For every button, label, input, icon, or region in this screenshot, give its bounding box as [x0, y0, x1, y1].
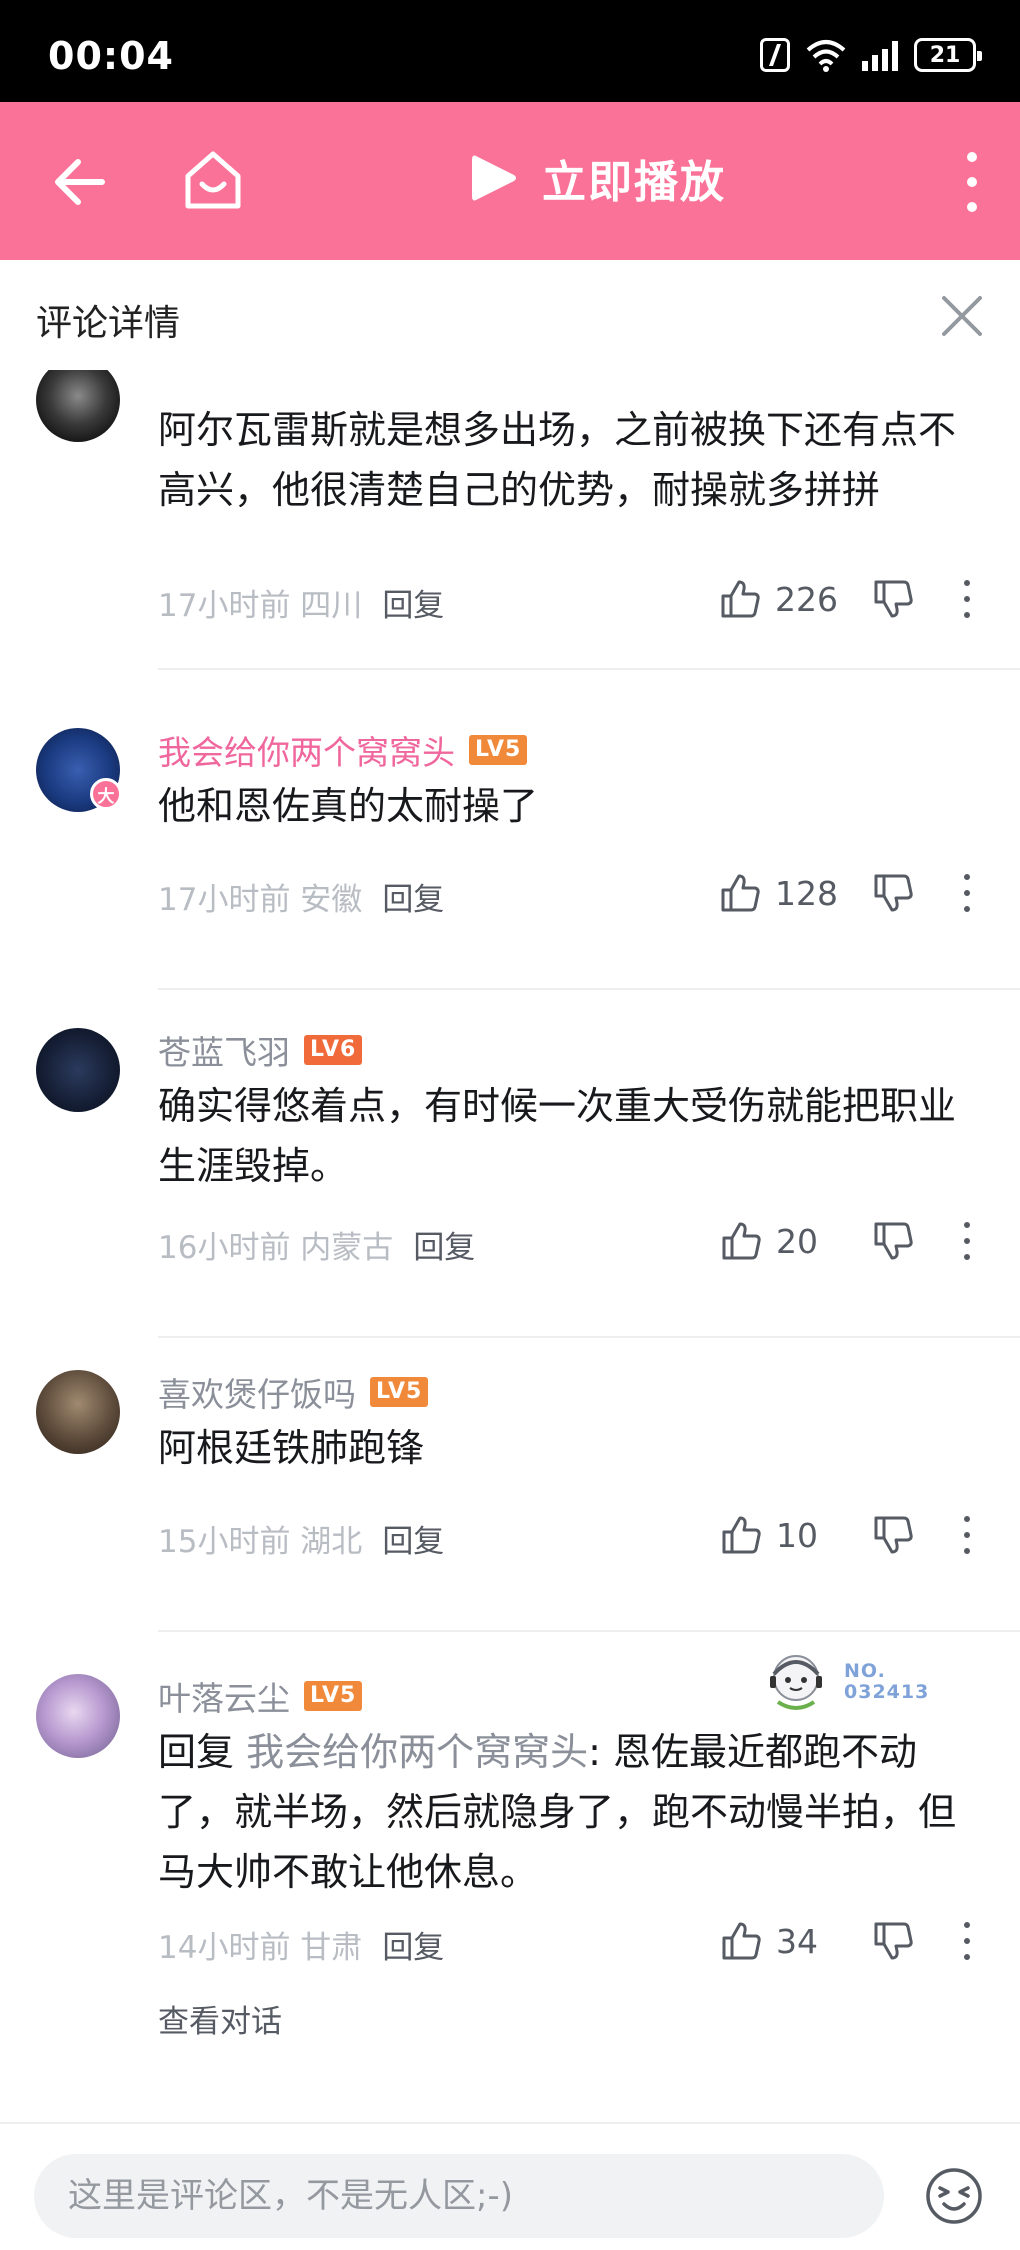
username[interactable]: 叶落云尘: [158, 1672, 290, 1720]
like-count: 34: [776, 1921, 818, 1961]
level-badge: LV5: [370, 1377, 429, 1407]
avatar[interactable]: [36, 1370, 120, 1454]
list-item: 苍蓝飞羽 LV6 确实得悠着点，有时候一次重大受伤就能把职业生涯毁掉。 16小时…: [0, 990, 1020, 1338]
play-icon: [472, 155, 516, 201]
username-row: 喜欢煲仔饭吗 LV5: [158, 1368, 429, 1416]
reply-button[interactable]: 回复: [382, 1516, 444, 1561]
thumbs-up-icon[interactable]: [720, 1920, 762, 1962]
level-badge: LV6: [304, 1035, 363, 1065]
fan-number-text: NO. 032413: [844, 1661, 929, 1703]
comment-more-icon[interactable]: [964, 874, 972, 912]
signal-icon: [862, 39, 898, 71]
comment-actions: 128: [719, 872, 1020, 914]
level-badge: LV5: [469, 735, 528, 765]
list-item: 大 我会给你两个窝窝头 LV5 他和恩佐真的太耐操了 17小时前 安徽 回复 1…: [0, 696, 1020, 990]
status-icons: 21: [760, 38, 982, 72]
play-now-button[interactable]: 立即播放: [468, 146, 726, 210]
like-count: 128: [775, 873, 838, 913]
like-count: 20: [776, 1221, 818, 1261]
time-location: 17小时前 四川: [158, 588, 363, 624]
emoji-icon[interactable]: [924, 2166, 984, 2226]
fan-number-label: NO.: [844, 1660, 886, 1682]
thumbs-down-icon[interactable]: [872, 1514, 914, 1556]
username-row: 叶落云尘 LV5: [158, 1672, 363, 1720]
thumbs-up-icon[interactable]: [719, 578, 761, 620]
time-location: 16小时前 内蒙古: [158, 1230, 394, 1266]
fan-number-value: 032413: [844, 1681, 930, 1703]
avatar[interactable]: [36, 370, 120, 442]
comment-meta: 14小时前 甘肃 回复: [158, 1922, 444, 1967]
comment-text: 回复 我会给你两个窝窝头: 恩佐最近都跑不动了，就半场，然后就隐身了，跑不动慢半…: [158, 1722, 978, 1902]
comment-actions: 226: [719, 578, 1020, 620]
reply-button[interactable]: 回复: [382, 580, 444, 625]
fan-badge: 大: [90, 778, 122, 810]
play-now-label: 立即播放: [542, 157, 726, 208]
thumbs-up-icon[interactable]: [719, 872, 761, 914]
thumbs-down-icon[interactable]: [872, 872, 914, 914]
wifi-icon: [806, 40, 846, 72]
avatar[interactable]: [36, 1674, 120, 1758]
username[interactable]: 我会给你两个窝窝头: [158, 726, 455, 774]
reply-button[interactable]: 回复: [413, 1222, 475, 1267]
comment-text: 阿尔瓦雷斯就是想多出场，之前被换下还有点不高兴，他很清楚自己的优势，耐操就多拼拼: [158, 408, 957, 512]
thumbs-down-icon[interactable]: [872, 1920, 914, 1962]
thumbs-up-icon[interactable]: [720, 1220, 762, 1262]
thumbs-down-icon[interactable]: [872, 1220, 914, 1262]
fan-number-card: NO. 032413: [758, 1644, 929, 1720]
thumbs-down-icon[interactable]: [872, 578, 914, 620]
reply-button[interactable]: 回复: [382, 874, 444, 919]
list-item: 阿尔瓦雷斯就是想多出场，之前被换下还有点不高兴，他很清楚自己的优势，耐操就多拼拼…: [0, 370, 1020, 670]
close-icon[interactable]: [940, 294, 984, 338]
reply-mention[interactable]: 我会给你两个窝窝头: [246, 1730, 588, 1774]
comment-more-icon[interactable]: [964, 1222, 972, 1260]
status-bar: 00:04 21: [0, 0, 1020, 102]
comment-meta: 17小时前 四川 回复: [158, 580, 444, 625]
comment-actions: 34: [720, 1920, 1020, 1962]
view-thread-link[interactable]: 查看对话: [158, 1996, 282, 2041]
comment-list[interactable]: 阿尔瓦雷斯就是想多出场，之前被换下还有点不高兴，他很清楚自己的优势，耐操就多拼拼…: [0, 370, 1020, 2122]
divider: [158, 668, 1020, 670]
level-badge: LV5: [304, 1681, 363, 1711]
mascot-avatar-icon: [770, 1655, 822, 1710]
list-item: 叶落云尘 LV5 NO. 032413 回复 我会给你两个窝窝头: 恩佐最近都跑…: [0, 1632, 1020, 2092]
home-icon[interactable]: [180, 148, 246, 214]
battery-level: 21: [929, 42, 961, 68]
comment-actions: 10: [720, 1514, 1020, 1556]
app-header: 立即播放: [0, 102, 1020, 260]
username-row: 我会给你两个窝窝头 LV5: [158, 726, 528, 774]
nfc-icon: [760, 38, 790, 72]
time-location: 14小时前 甘肃: [158, 1930, 363, 1966]
battery-icon: 21: [914, 38, 982, 72]
comment-meta: 15小时前 湖北 回复: [158, 1516, 444, 1561]
reply-prefix: 回复: [158, 1730, 247, 1774]
comment-meta: 16小时前 内蒙古 回复: [158, 1222, 475, 1267]
reply-button[interactable]: 回复: [382, 1922, 444, 1967]
time-location: 17小时前 安徽: [158, 882, 363, 918]
back-arrow-icon[interactable]: [52, 154, 108, 210]
comment-more-icon[interactable]: [964, 1516, 972, 1554]
avatar[interactable]: [36, 1028, 120, 1112]
comment-more-icon[interactable]: [964, 580, 972, 618]
panel-title: 评论详情: [36, 303, 181, 344]
comment-input-bar: [0, 2122, 1020, 2250]
time-location: 15小时前 湖北: [158, 1524, 363, 1560]
list-item: 喜欢煲仔饭吗 LV5 阿根廷铁肺跑锋 15小时前 湖北 回复 10: [0, 1338, 1020, 1632]
username[interactable]: 喜欢煲仔饭吗: [158, 1368, 356, 1416]
like-count: 226: [775, 579, 838, 619]
username-row: 苍蓝飞羽 LV6: [158, 1026, 363, 1074]
comment-meta: 17小时前 安徽 回复: [158, 874, 444, 919]
username[interactable]: 苍蓝飞羽: [158, 1026, 290, 1074]
more-vertical-icon[interactable]: [962, 152, 982, 212]
comment-actions: 20: [720, 1220, 1020, 1262]
comment-text: 他和恩佐真的太耐操了: [158, 784, 539, 828]
like-count: 10: [776, 1515, 818, 1555]
comment-more-icon[interactable]: [964, 1922, 972, 1960]
status-time: 00:04: [48, 34, 174, 78]
thumbs-up-icon[interactable]: [720, 1514, 762, 1556]
comment-input[interactable]: [34, 2154, 884, 2238]
comment-text: 阿根廷铁肺跑锋: [158, 1426, 425, 1470]
comment-text: 确实得悠着点，有时候一次重大受伤就能把职业生涯毁掉。: [158, 1084, 957, 1188]
comment-detail-header: 评论详情: [0, 260, 1020, 370]
